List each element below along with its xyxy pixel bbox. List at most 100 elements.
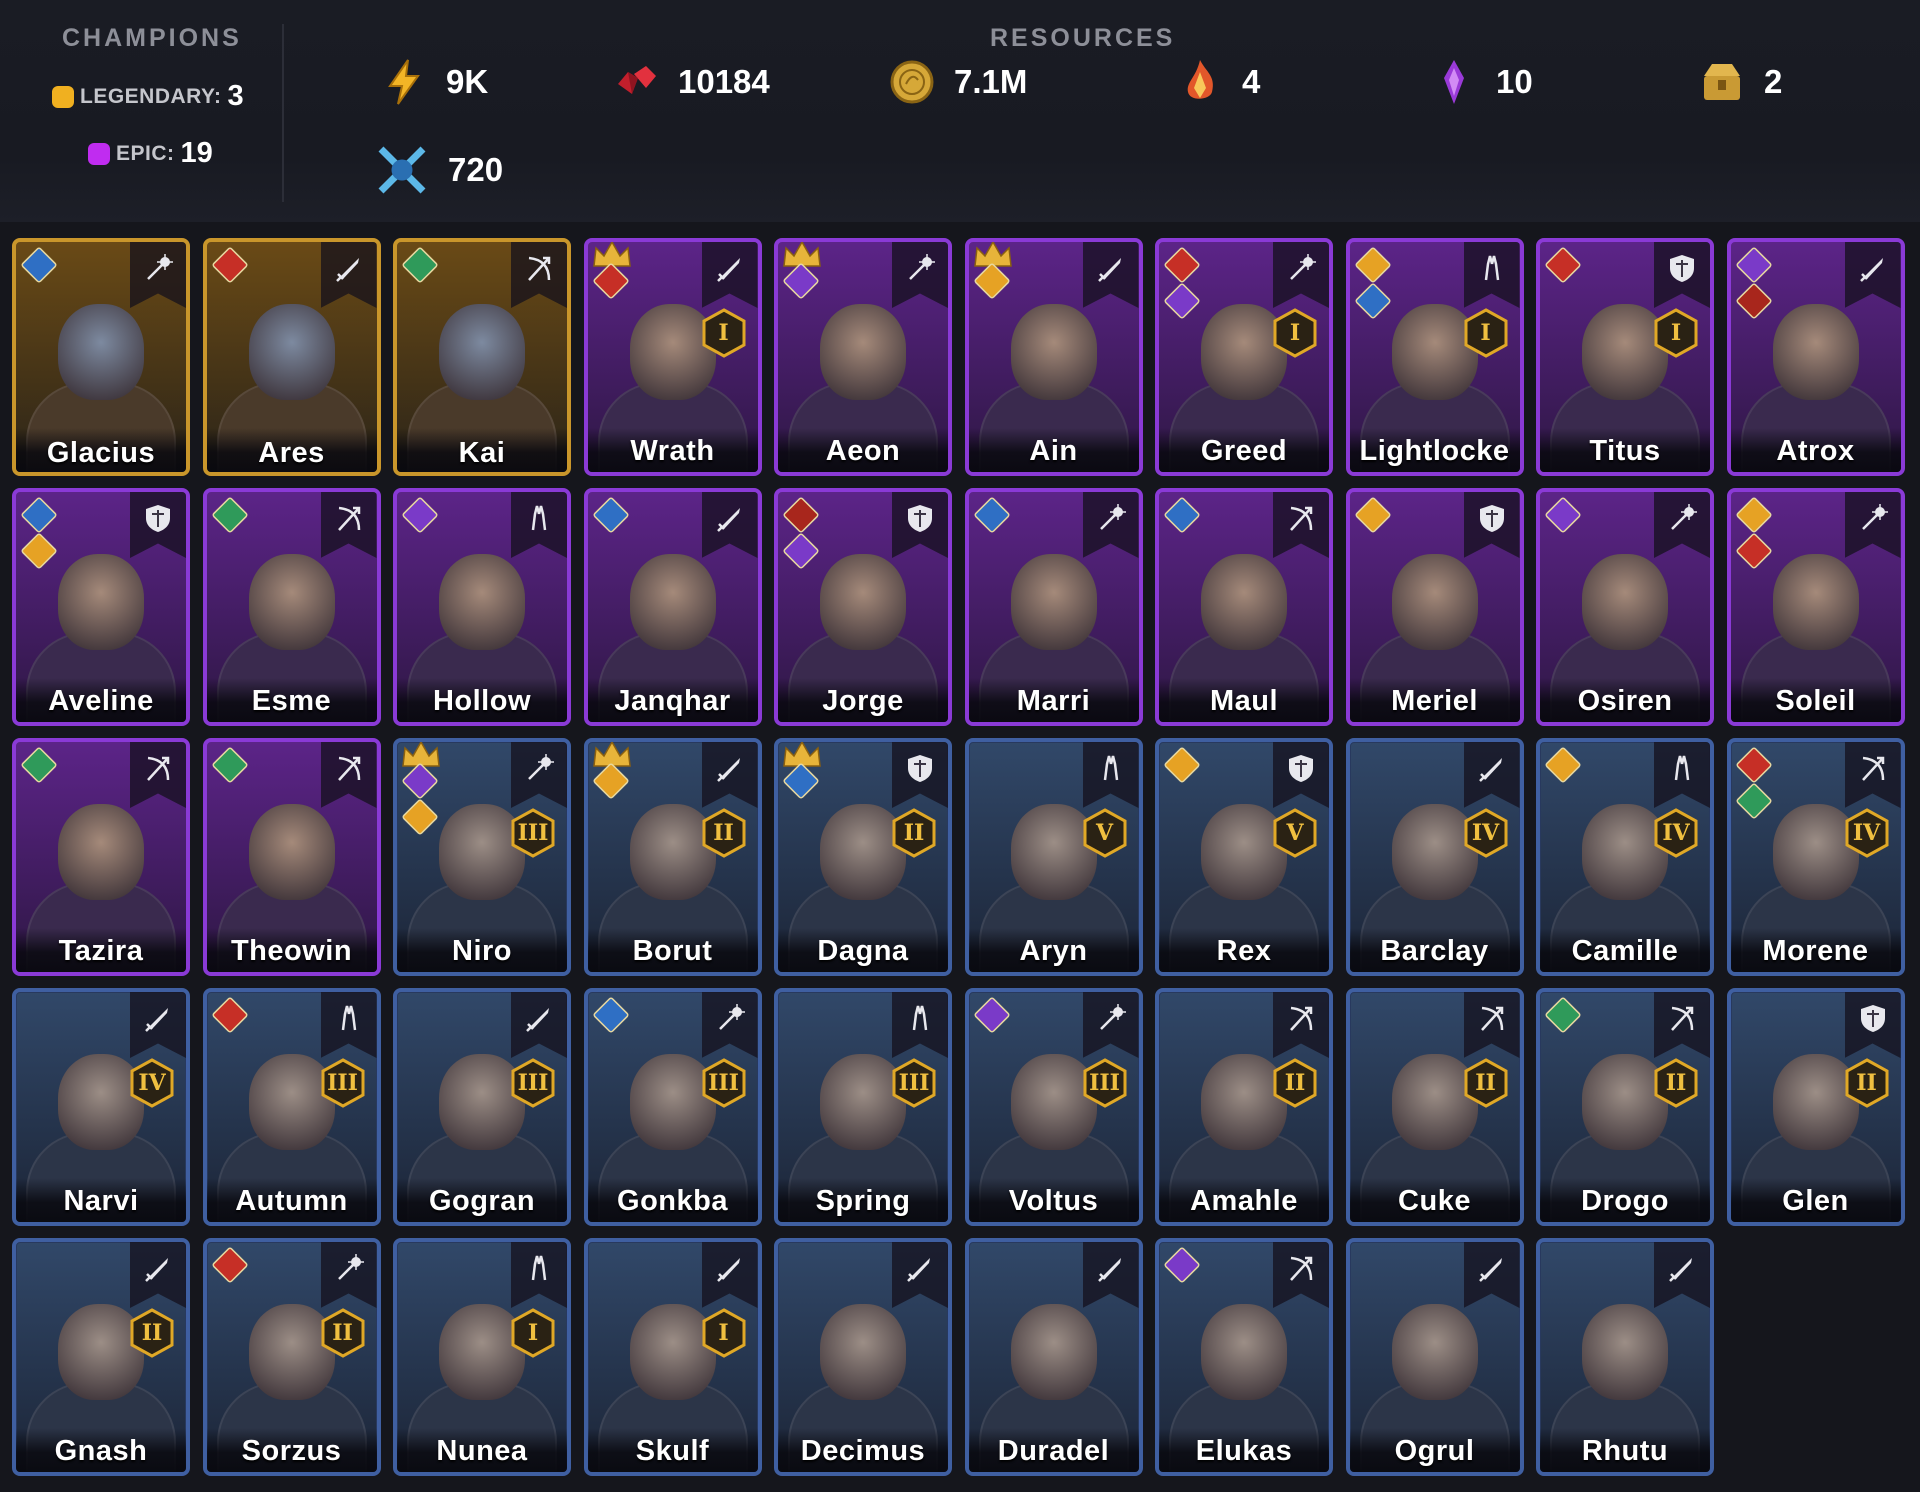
champion-card[interactable]: Skulf I: [583, 1238, 762, 1476]
champion-card[interactable]: Glacius: [12, 238, 190, 476]
champion-card[interactable]: Spring III: [774, 988, 952, 1226]
affinity-badges: [1163, 496, 1201, 534]
rank-badge: V: [1083, 808, 1127, 858]
champion-name: Autumn: [235, 1185, 348, 1217]
champion-card[interactable]: Esme: [202, 488, 381, 726]
champion-name: Voltus: [1008, 1185, 1099, 1217]
champion-head: [1772, 554, 1859, 650]
rank-badge: I: [702, 308, 746, 358]
champion-card[interactable]: Aryn V: [964, 738, 1143, 976]
champion-card[interactable]: Tazira: [12, 738, 190, 976]
affinity-badges: [20, 246, 58, 284]
rank-numeral: III: [327, 1070, 358, 1096]
rank-badge: IV: [1654, 808, 1698, 858]
rank-badge: III: [892, 1058, 936, 1108]
champion-card[interactable]: Osiren: [1536, 488, 1714, 726]
void-affinity-icon: [782, 532, 820, 570]
champion-card[interactable]: Sorzus II: [202, 1238, 381, 1476]
rank-numeral: IV: [138, 1070, 166, 1096]
champion-card[interactable]: Lightlocke I: [1345, 238, 1524, 476]
nature-affinity-icon: [20, 746, 58, 784]
champion-card[interactable]: Titus I: [1536, 238, 1714, 476]
champion-card[interactable]: Atrox: [1726, 238, 1905, 476]
champion-card[interactable]: Ogrul: [1345, 1238, 1524, 1476]
affinity-badges: [591, 496, 630, 534]
champion-card[interactable]: Duradel: [964, 1238, 1143, 1476]
epic-label: EPIC:: [116, 141, 175, 165]
resource-fire-shard: 4: [1176, 58, 1260, 106]
champion-card[interactable]: Elukas: [1155, 1238, 1333, 1476]
champion-card[interactable]: Rhutu: [1536, 1238, 1714, 1476]
light-affinity-icon: [1353, 496, 1392, 534]
champion-card[interactable]: Gogran III: [393, 988, 571, 1226]
affinity-badges: [401, 762, 439, 836]
champion-card[interactable]: Theowin: [202, 738, 381, 976]
rank-badge: I: [1273, 308, 1317, 358]
champion-card[interactable]: Kai: [393, 238, 571, 476]
champion-name: Ares: [258, 437, 325, 469]
champion-card[interactable]: Drogo II: [1536, 988, 1714, 1226]
champion-head: [1391, 1304, 1478, 1400]
rank-numeral: I: [1480, 320, 1491, 346]
champion-card[interactable]: Soleil: [1726, 488, 1905, 726]
epic-count: 19: [180, 137, 213, 169]
champion-card[interactable]: Camille IV: [1536, 738, 1714, 976]
champion-name: Duradel: [997, 1435, 1110, 1467]
fire-shard-value: 4: [1242, 63, 1261, 100]
rank-numeral: I: [718, 1320, 729, 1346]
champion-card[interactable]: Decimus: [774, 1238, 952, 1476]
champion-card[interactable]: Amahle II: [1155, 988, 1333, 1226]
bow-class-icon: [528, 256, 551, 281]
champion-name: Cuke: [1398, 1185, 1471, 1217]
champion-card[interactable]: Maul: [1155, 488, 1333, 726]
champion-head: [1010, 554, 1097, 650]
champion-name: Narvi: [63, 1185, 139, 1217]
champion-card[interactable]: Aveline: [12, 488, 190, 726]
champion-name: Maul: [1209, 685, 1279, 717]
shield-class-icon: [146, 505, 170, 532]
champion-card[interactable]: Ares: [202, 238, 381, 476]
champion-card[interactable]: Marri: [964, 488, 1143, 726]
champion-card[interactable]: Gnash II: [12, 1238, 190, 1476]
champion-name: Dagna: [817, 935, 909, 967]
champion-card[interactable]: Barclay IV: [1345, 738, 1524, 976]
champion-card[interactable]: Borut II: [583, 738, 762, 976]
light-affinity-icon: [1544, 746, 1582, 784]
shield-class-icon: [1860, 1005, 1885, 1032]
champion-summary: CHAMPIONS LEGENDARY: 3 EPIC: 19: [0, 0, 282, 222]
champion-card[interactable]: Ain: [964, 238, 1143, 476]
champion-card[interactable]: Cuke II: [1345, 988, 1524, 1226]
champion-card[interactable]: Rex V: [1155, 738, 1333, 976]
champion-name: Titus: [1589, 435, 1661, 467]
champion-card[interactable]: Wrath I: [583, 238, 762, 476]
water-affinity-icon: [20, 496, 58, 534]
rank-numeral: II: [332, 1320, 353, 1346]
rank-numeral: III: [517, 820, 549, 846]
champion-card[interactable]: Jorge: [774, 488, 952, 726]
shield-class-icon: [1670, 255, 1694, 282]
champion-card[interactable]: Janqhar: [583, 488, 762, 726]
bow-class-icon: [1861, 756, 1884, 781]
champion-card[interactable]: Autumn III: [202, 988, 381, 1226]
champion-card[interactable]: Dagna II: [774, 738, 952, 976]
sword-class-icon: [145, 1008, 168, 1032]
champion-card[interactable]: Aeon: [774, 238, 952, 476]
champion-card[interactable]: Meriel: [1345, 488, 1524, 726]
champion-card[interactable]: Nunea I: [393, 1238, 571, 1476]
rank-badge: I: [702, 1308, 746, 1358]
champion-card[interactable]: Narvi IV: [12, 988, 190, 1226]
champion-card[interactable]: Niro III: [393, 738, 571, 976]
rank-numeral: II: [141, 1320, 163, 1346]
affinity-badges: [1734, 496, 1773, 570]
champion-card[interactable]: Morene IV: [1726, 738, 1905, 976]
sword-class-icon: [335, 258, 359, 282]
champion-name: Lightlocke: [1359, 435, 1510, 467]
energy-value: 9K: [446, 63, 489, 100]
champion-card[interactable]: Voltus III: [964, 988, 1143, 1226]
champion-card[interactable]: Greed I: [1155, 238, 1333, 476]
affinity-badges: [1544, 496, 1582, 534]
champion-card[interactable]: Glen II: [1726, 988, 1905, 1226]
fire-affinity-icon: [210, 246, 249, 284]
champion-card[interactable]: Gonkba III: [583, 988, 762, 1226]
champion-card[interactable]: Hollow: [393, 488, 571, 726]
